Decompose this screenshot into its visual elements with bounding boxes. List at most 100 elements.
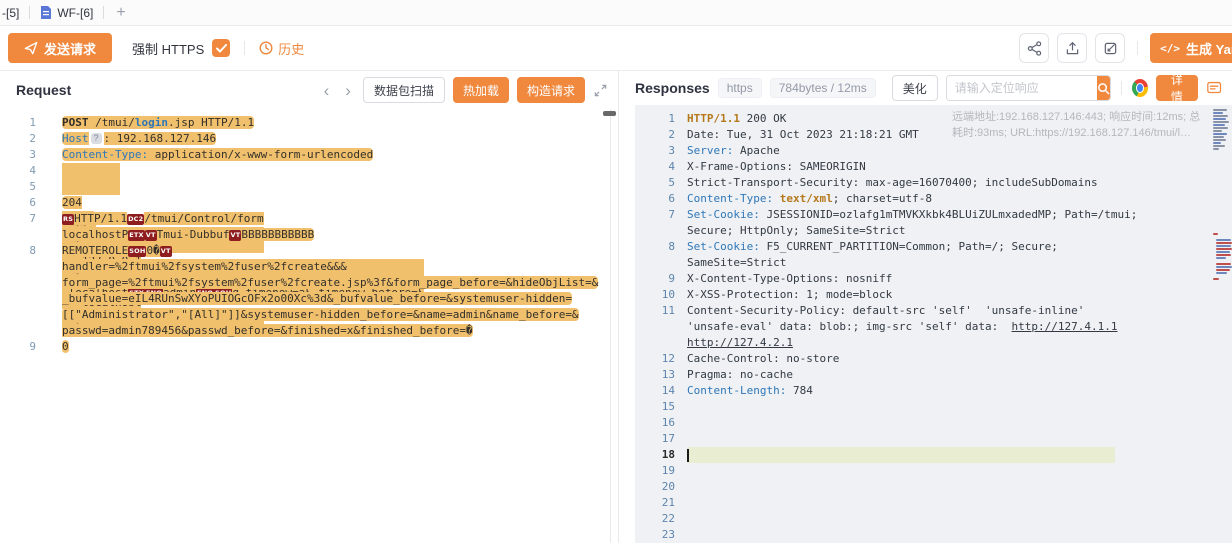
check-icon <box>216 44 227 53</box>
code-line-text: http://127.4.2.1 <box>687 335 793 351</box>
code-line-text: 0 <box>62 339 69 355</box>
line-number <box>635 223 675 239</box>
code-row[interactable]: 3Server: Apache <box>635 143 1232 159</box>
code-line-text: Strict-Transport-Security: max-age=16070… <box>687 175 1098 191</box>
document-icon <box>40 6 52 19</box>
line-number: 17 <box>635 431 675 447</box>
fuzzer-toolbar: 发送请求 强制 HTTPS 历史 <box>0 26 1232 70</box>
code-row[interactable]: 21 <box>635 495 1232 511</box>
code-row[interactable]: form_page=%2ftmui%2fsystem%2fuser%2fcrea… <box>0 275 618 291</box>
prev-page-chevron[interactable]: ‹ <box>320 82 334 99</box>
code-row[interactable]: 13Pragma: no-cache <box>635 367 1232 383</box>
search-button[interactable] <box>1097 76 1110 100</box>
tab-active-webfuzzer[interactable]: WF-[6] <box>30 0 103 26</box>
fullscreen-icon[interactable] <box>593 83 608 98</box>
code-row[interactable]: [["Administrator","[All]"]]&systemuser-h… <box>0 307 618 323</box>
packet-scan-button[interactable]: 数据包扫描 <box>363 77 445 103</box>
response-editor[interactable]: 远端地址:192.168.127.146:443; 响应时间:12ms; 总耗时… <box>635 105 1232 543</box>
construct-request-button[interactable]: 构造请求 <box>517 77 585 103</box>
code-row[interactable]: 15 <box>635 399 1232 415</box>
code-row[interactable]: handler=%2ftmui%2fsystem%2fuser%2fcreate… <box>0 259 618 275</box>
code-brackets-icon: </> <box>1160 42 1180 55</box>
generate-yaml-button[interactable]: </> 生成 Yaml <box>1150 33 1232 63</box>
history-button[interactable]: 历史 <box>259 39 304 58</box>
line-number: 23 <box>635 527 675 543</box>
export-icon <box>1065 41 1080 56</box>
protocol-tag: https <box>718 78 762 98</box>
code-row[interactable]: 19 <box>635 463 1232 479</box>
search-icon <box>1097 82 1110 95</box>
code-line-text: 'unsafe-eval' data: blob:; img-src 'self… <box>687 319 1117 335</box>
response-meta-info: 远端地址:192.168.127.146:443; 响应时间:12ms; 总耗时… <box>952 109 1204 141</box>
code-row[interactable]: 4 <box>0 163 618 179</box>
code-row[interactable]: 8Set-Cookie: F5_CURRENT_PARTITION=Common… <box>635 239 1232 255</box>
open-in-chrome-icon[interactable] <box>1132 79 1148 97</box>
hot-reload-button[interactable]: 热加载 <box>453 77 509 103</box>
line-number: 9 <box>0 339 36 355</box>
code-line-text: Secure; HttpOnly; SameSite=Strict <box>687 223 906 239</box>
response-editor-wrapper: 远端地址:192.168.127.146:443; 响应时间:12ms; 总耗时… <box>619 105 1232 543</box>
code-line-text: Date: Tue, 31 Oct 2023 21:18:21 GMT <box>687 127 919 143</box>
minimap[interactable] <box>1213 107 1232 543</box>
response-panel: Responses https 784bytes / 12ms 美化 详情 <box>619 71 1232 543</box>
code-row[interactable]: 23 <box>635 527 1232 543</box>
line-number: 5 <box>0 179 36 195</box>
share-button[interactable] <box>1019 33 1049 63</box>
code-row[interactable]: 7RSHTTP/1.1DC2/tmui/Control/form→ 127.0.… <box>0 211 618 227</box>
tab-prev[interactable]: -[5] <box>2 0 29 26</box>
code-row[interactable]: 6Content-Type: text/xml; charset=utf-8 <box>635 191 1232 207</box>
code-line-text: Content-Type: text/xml; charset=utf-8 <box>687 191 932 207</box>
request-editor[interactable]: 1POST /tmui/login.jsp HTTP/1.12Host?: 19… <box>0 109 618 543</box>
code-row[interactable]: localhostPETXVTTmui-DubbufVTBBBBBBBBBBB <box>0 227 618 243</box>
code-row[interactable]: 7Set-Cookie: JSESSIONID=ozlafg1mTMVKXkbk… <box>635 207 1232 223</box>
add-tab-button[interactable]: + <box>104 4 137 22</box>
code-row[interactable]: 20 <box>635 479 1232 495</box>
code-row[interactable]: 12Cache-Control: no-store <box>635 351 1232 367</box>
code-row[interactable]: 17 <box>635 431 1232 447</box>
line-number: 16 <box>635 415 675 431</box>
code-row[interactable]: 8REMOTEROLESOH0�VT→ localhostSTXENQadmin… <box>0 243 618 259</box>
beautify-button[interactable]: 美化 <box>892 75 938 101</box>
force-https-checkbox[interactable] <box>212 39 230 57</box>
code-line-text: Server: Apache <box>687 143 780 159</box>
detail-button[interactable]: 详情 <box>1156 75 1198 101</box>
code-row[interactable]: Secure; HttpOnly; SameSite=Strict <box>635 223 1232 239</box>
code-row[interactable]: 10X-XSS-Protection: 1; mode=block <box>635 287 1232 303</box>
export-button[interactable] <box>1057 33 1087 63</box>
code-row[interactable]: 11Content-Security-Policy: default-src '… <box>635 303 1232 319</box>
code-row[interactable]: 9X-Content-Type-Options: nosniff <box>635 271 1232 287</box>
share-icon <box>1027 41 1042 56</box>
code-line-text: HTTP/1.1 200 OK <box>687 111 786 127</box>
line-number <box>635 335 675 351</box>
clock-icon <box>259 41 273 55</box>
code-row[interactable]: 3Content-Type: application/x-www-form-ur… <box>0 147 618 163</box>
code-row[interactable]: 5 <box>0 179 618 195</box>
code-row[interactable]: 4X-Frame-Options: SAMEORIGIN <box>635 159 1232 175</box>
code-row[interactable]: _bufvalue=eIL4RUnSwXYoPUIOGcOFx2o00Xc%3d… <box>0 291 618 307</box>
feedback-comment-icon[interactable] <box>1206 79 1222 97</box>
line-number: 2 <box>0 131 36 147</box>
code-row[interactable]: 'unsafe-eval' data: blob:; img-src 'self… <box>635 319 1232 335</box>
request-scrollbar-thumb[interactable] <box>603 111 616 116</box>
code-row[interactable]: passwd=admin789456&passwd_before=&finish… <box>0 323 618 339</box>
code-row[interactable]: 18 <box>635 447 1232 463</box>
send-request-button[interactable]: 发送请求 <box>8 33 112 63</box>
code-row[interactable]: http://127.4.2.1 <box>635 335 1232 351</box>
code-line-text <box>687 447 1115 463</box>
code-line-text: Pragma: no-cache <box>687 367 793 383</box>
code-row[interactable]: 2Host?: 192.168.127.146 <box>0 131 618 147</box>
code-row[interactable]: 14Content-Length: 784 <box>635 383 1232 399</box>
edit-button[interactable] <box>1095 33 1125 63</box>
code-row[interactable]: 1POST /tmui/login.jsp HTTP/1.1 <box>0 115 618 131</box>
tab-bar: -[5] WF-[6] + <box>0 0 1232 26</box>
code-row[interactable]: 6204→→ <box>0 195 618 211</box>
code-row[interactable]: 90 <box>0 339 618 355</box>
code-row[interactable]: 16 <box>635 415 1232 431</box>
code-row[interactable]: 22 <box>635 511 1232 527</box>
code-row[interactable]: SameSite=Strict <box>635 255 1232 271</box>
code-row[interactable]: 5Strict-Transport-Security: max-age=1607… <box>635 175 1232 191</box>
locate-response-input[interactable] <box>947 76 1097 100</box>
code-line-text: localhostPETXVTTmui-DubbufVTBBBBBBBBBBB <box>62 227 314 243</box>
next-page-chevron[interactable]: › <box>341 82 355 99</box>
line-number: 21 <box>635 495 675 511</box>
